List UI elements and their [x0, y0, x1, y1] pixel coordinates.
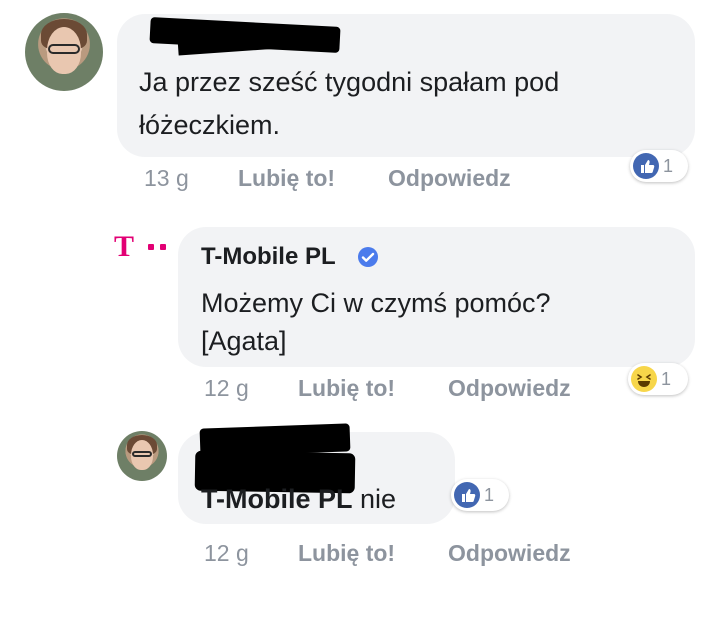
comment-text-after-tag: nie	[352, 484, 397, 514]
reaction-count: 1	[661, 368, 672, 389]
reaction-count-badge[interactable]: 1	[451, 479, 509, 511]
logo-dot	[160, 244, 166, 250]
reaction-count-badge[interactable]: 1	[628, 363, 688, 395]
logo-dot	[148, 244, 154, 250]
commenter-avatar[interactable]	[25, 13, 103, 91]
like-icon	[454, 482, 480, 508]
verified-badge-icon	[358, 247, 378, 267]
like-icon	[633, 153, 659, 179]
like-link[interactable]: Lubię to!	[298, 540, 395, 567]
comment-text-line: Ja przez sześć tygodni spałam pod	[139, 67, 560, 97]
reaction-count: 1	[484, 484, 495, 505]
like-link[interactable]: Lubię to!	[238, 165, 335, 192]
reply-link[interactable]: Odpowiedz	[448, 375, 571, 402]
reaction-count-badge[interactable]: 1	[630, 150, 688, 182]
t-mobile-logo-letter: T	[114, 230, 135, 263]
avatar-glasses	[132, 451, 152, 457]
haha-icon	[631, 366, 657, 392]
reply-link[interactable]: Odpowiedz	[388, 165, 511, 192]
reply-link[interactable]: Odpowiedz	[448, 540, 571, 567]
t-mobile-logo[interactable]: T	[110, 230, 170, 263]
tagged-page-link[interactable]: T-Mobile PL	[201, 484, 353, 514]
comment-text-line: [Agata]	[201, 326, 287, 356]
comment-text-line: łóżeczkiem.	[139, 110, 281, 140]
like-link[interactable]: Lubię to!	[298, 375, 395, 402]
commenter-avatar[interactable]	[117, 431, 167, 481]
comment-timestamp[interactable]: 12 g	[204, 540, 249, 567]
reaction-count: 1	[663, 155, 674, 176]
comment-timestamp[interactable]: 12 g	[204, 375, 249, 402]
avatar-glasses	[48, 44, 80, 54]
comment-text-line: Możemy Ci w czymś pomóc?	[201, 288, 551, 318]
comment-author[interactable]: T-Mobile PL	[201, 243, 336, 271]
comment-text: T-Mobile PL nie	[201, 480, 396, 519]
comment-timestamp[interactable]: 13 g	[144, 165, 189, 192]
